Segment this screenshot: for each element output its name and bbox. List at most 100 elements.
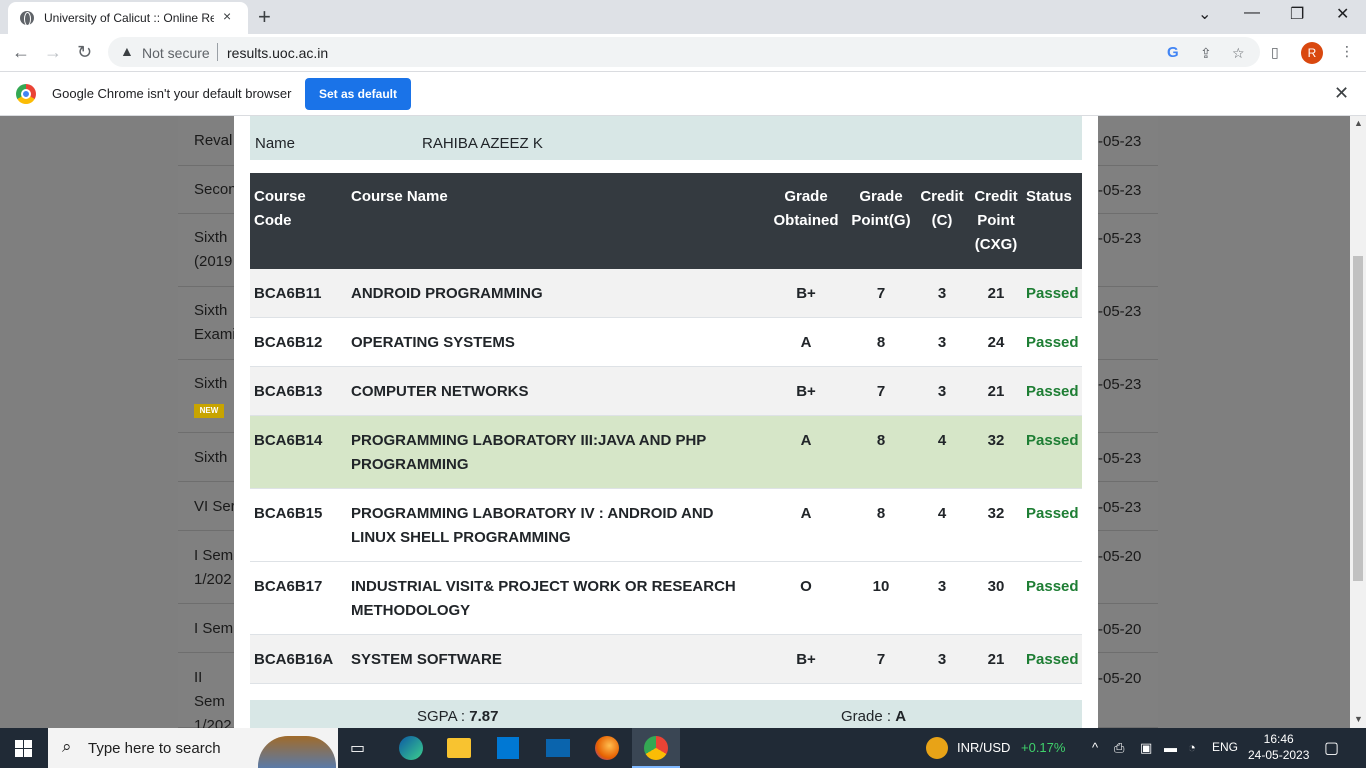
minimize-icon[interactable]: — bbox=[1244, 4, 1260, 22]
windows-start-icon[interactable] bbox=[15, 740, 32, 757]
credit-point-cell: 21 bbox=[987, 651, 1005, 668]
grade-point-cell: 8 bbox=[876, 432, 886, 449]
warning-icon[interactable]: ▲ bbox=[120, 43, 134, 59]
credit-cell: 3 bbox=[937, 285, 947, 302]
taskbar-search[interactable]: ⌕ Type here to search bbox=[48, 728, 338, 768]
ticker-icon bbox=[926, 737, 948, 759]
grade-point-cell: 7 bbox=[876, 651, 886, 668]
grade: Grade : A bbox=[841, 708, 906, 725]
clock-date: 24-05-2023 bbox=[1248, 748, 1310, 762]
printer-icon[interactable]: ⎙ bbox=[1114, 740, 1124, 756]
forward-icon[interactable]: → bbox=[44, 42, 62, 63]
grade-cell: A bbox=[800, 432, 812, 449]
course-code-cell: BCA6B16A bbox=[254, 651, 334, 668]
table-row: BCA6B16A SYSTEM SOFTWARE B+ 7 3 21 Passed bbox=[250, 635, 1082, 684]
scroll-down-icon[interactable]: ▼ bbox=[1354, 714, 1363, 724]
scroll-thumb[interactable] bbox=[1353, 256, 1363, 581]
col-course-code: Course Code bbox=[254, 188, 306, 229]
address-bar[interactable]: ▲ Not secure results.uoc.ac.in G ⇪ ☆ bbox=[108, 37, 1260, 67]
col-credit: Credit (C) bbox=[920, 188, 964, 229]
status-cell: Passed bbox=[1026, 334, 1079, 351]
side-panel-icon[interactable]: ▯ bbox=[1271, 44, 1279, 61]
student-name-row: Name RAHIBA AZEEZ K bbox=[250, 125, 1082, 160]
taskbar: ⌕ Type here to search ▭ INR/USD +0.17% ^… bbox=[0, 728, 1366, 768]
globe-icon bbox=[20, 11, 34, 26]
table-row: BCA6B13 COMPUTER NETWORKS B+ 7 3 21 Passed bbox=[250, 367, 1082, 416]
status-cell: Passed bbox=[1026, 432, 1079, 449]
language-indicator[interactable]: ENG bbox=[1212, 740, 1238, 754]
back-icon[interactable]: ← bbox=[12, 42, 30, 63]
grade-cell: B+ bbox=[796, 285, 816, 302]
bookmark-star-icon[interactable]: ☆ bbox=[1232, 45, 1245, 62]
page-scrollbar[interactable]: ▲ ▼ bbox=[1350, 116, 1366, 728]
tray-chevron-icon[interactable]: ^ bbox=[1092, 740, 1098, 755]
notification-icon[interactable]: ▢ bbox=[1324, 738, 1339, 758]
infobar-message: Google Chrome isn't your default browser bbox=[52, 86, 292, 101]
grade-cell: B+ bbox=[796, 383, 816, 400]
sgpa-value: 7.87 bbox=[469, 708, 499, 725]
share-icon[interactable]: ⇪ bbox=[1200, 45, 1212, 62]
reload-icon[interactable]: ↻ bbox=[77, 42, 92, 63]
set-as-default-button[interactable]: Set as default bbox=[305, 78, 411, 110]
credit-cell: 3 bbox=[937, 383, 947, 400]
table-row: BCA6B17 INDUSTRIAL VISIT& PROJECT WORK OR… bbox=[250, 562, 1082, 635]
ticker-change[interactable]: +0.17% bbox=[1021, 740, 1065, 755]
credit-point-cell: 21 bbox=[987, 383, 1005, 400]
sgpa-label: SGPA : bbox=[417, 708, 470, 725]
google-lens-icon[interactable]: G bbox=[1167, 44, 1179, 61]
infobar-close-icon[interactable]: ✕ bbox=[1334, 83, 1349, 104]
course-name-cell: SYSTEM SOFTWARE bbox=[351, 651, 502, 668]
grade-point-cell: 7 bbox=[876, 383, 886, 400]
file-explorer-icon[interactable] bbox=[447, 738, 471, 758]
edge-icon[interactable] bbox=[399, 736, 423, 760]
restore-icon[interactable]: ❐ bbox=[1290, 4, 1304, 24]
tab-close-icon[interactable]: × bbox=[223, 8, 231, 24]
course-code-cell: BCA6B15 bbox=[254, 505, 323, 522]
credit-cell: 4 bbox=[937, 505, 947, 522]
page-content: Reval -05-23 Secon -05-23 Sixth (2019 -0… bbox=[0, 116, 1350, 728]
result-modal: Name RAHIBA AZEEZ K Course Code Course N… bbox=[234, 116, 1098, 728]
task-view-icon[interactable]: ▭ bbox=[350, 738, 374, 758]
browser-toolbar: ← → ↻ ▲ Not secure results.uoc.ac.in G ⇪… bbox=[0, 34, 1366, 71]
tab-search-icon[interactable]: ⌄ bbox=[1198, 4, 1211, 24]
status-cell: Passed bbox=[1026, 285, 1079, 302]
firefox-icon[interactable] bbox=[595, 736, 619, 760]
battery-icon[interactable]: ▬ bbox=[1164, 740, 1177, 755]
col-status: Status bbox=[1026, 188, 1072, 205]
credit-cell: 4 bbox=[937, 432, 947, 449]
credit-point-cell: 24 bbox=[987, 334, 1005, 351]
col-credit-point: Credit Point (CXG) bbox=[974, 188, 1018, 253]
clock[interactable]: 16:46 24-05-2023 bbox=[1248, 731, 1309, 763]
meet-icon[interactable]: ▣ bbox=[1140, 740, 1152, 756]
mail-icon[interactable] bbox=[546, 739, 570, 757]
table-row: BCA6B12 OPERATING SYSTEMS A 8 3 24 Passed bbox=[250, 318, 1082, 367]
new-tab-button[interactable]: + bbox=[258, 4, 271, 30]
credit-cell: 3 bbox=[937, 334, 947, 351]
store-icon[interactable] bbox=[497, 737, 519, 759]
security-label[interactable]: Not secure bbox=[142, 45, 210, 61]
col-grade-point: Grade Point(G) bbox=[851, 188, 911, 229]
chrome-taskbar-button[interactable] bbox=[632, 728, 680, 768]
course-code-cell: BCA6B13 bbox=[254, 383, 323, 400]
search-placeholder[interactable]: Type here to search bbox=[88, 740, 221, 757]
profile-avatar[interactable]: R bbox=[1301, 42, 1323, 64]
search-highlight-image bbox=[258, 736, 336, 768]
window-close-icon[interactable]: ✕ bbox=[1336, 4, 1349, 24]
grade-cell: O bbox=[800, 578, 812, 595]
chrome-icon bbox=[644, 736, 668, 760]
wifi-icon[interactable]: ◔ bbox=[1188, 740, 1196, 755]
menu-icon[interactable]: ⋮ bbox=[1340, 43, 1354, 60]
table-row: BCA6B15 PROGRAMMING LABORATORY IV : ANDRO… bbox=[250, 489, 1082, 562]
default-browser-infobar: Google Chrome isn't your default browser… bbox=[0, 71, 1366, 116]
tab-strip: University of Calicut :: Online Res × + … bbox=[0, 0, 1366, 34]
course-name-cell: OPERATING SYSTEMS bbox=[351, 334, 515, 351]
scroll-up-icon[interactable]: ▲ bbox=[1354, 118, 1363, 128]
course-name-cell: COMPUTER NETWORKS bbox=[351, 383, 529, 400]
url-text[interactable]: results.uoc.ac.in bbox=[227, 45, 328, 61]
credit-point-cell: 30 bbox=[987, 578, 1005, 595]
browser-tab[interactable]: University of Calicut :: Online Res × bbox=[8, 2, 248, 34]
course-code-cell: BCA6B14 bbox=[254, 432, 323, 449]
ticker-label[interactable]: INR/USD bbox=[957, 740, 1010, 755]
grade-point-cell: 8 bbox=[876, 334, 886, 351]
course-name-cell: PROGRAMMING LABORATORY III:JAVA AND PHP … bbox=[351, 432, 707, 473]
